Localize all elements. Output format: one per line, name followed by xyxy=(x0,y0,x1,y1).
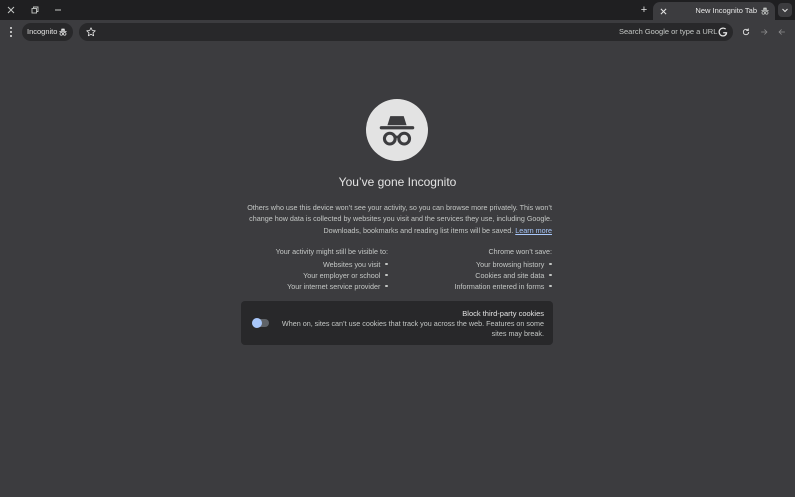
visibility-title: Your activity might still be visible to: xyxy=(275,247,388,256)
wont-save-title: Chrome won’t save: xyxy=(488,247,552,256)
incognito-icon xyxy=(59,28,67,36)
incognito-hero xyxy=(366,99,428,161)
tab-title: New Incognito Tab xyxy=(695,6,757,15)
list-item: Your internet service provider xyxy=(236,281,388,292)
cookie-card-title: Block third-party cookies xyxy=(462,309,544,318)
omnibox[interactable]: Search Google or type a URL xyxy=(79,23,733,41)
forward-icon xyxy=(761,29,768,35)
wont-save-list: Chrome won’t save: Your browsing history… xyxy=(410,247,552,292)
cookie-card-description: When on, sites can’t use cookies that tr… xyxy=(281,319,544,338)
close-icon xyxy=(660,8,666,14)
star-icon[interactable] xyxy=(85,26,97,38)
bullet-icon xyxy=(385,262,388,266)
plus-icon: + xyxy=(640,3,648,16)
new-tab-button[interactable]: + xyxy=(637,3,651,17)
bullet-icon xyxy=(385,273,388,277)
chevron-down-icon xyxy=(782,8,788,13)
incognito-indicator[interactable]: Incognito xyxy=(22,23,73,41)
omnibox-placeholder: Search Google or type a URL xyxy=(619,27,718,36)
cookie-controls-card: Block third-party cookies When on, sites… xyxy=(241,301,553,345)
menu-button[interactable] xyxy=(5,25,17,39)
incognito-icon xyxy=(379,116,415,146)
bullet-icon xyxy=(549,284,552,288)
bullet-icon xyxy=(385,284,388,288)
list-item: Your employer or school xyxy=(236,270,388,281)
reload-button[interactable] xyxy=(740,26,752,38)
block-cookies-toggle[interactable] xyxy=(252,318,269,328)
menu-icon xyxy=(10,27,12,37)
tab-search-button[interactable] xyxy=(778,3,792,17)
incognito-icon xyxy=(761,7,769,15)
minimize-icon xyxy=(55,9,61,11)
list-item: Information entered in forms xyxy=(410,281,552,292)
visibility-list: Your activity might still be visible to:… xyxy=(236,247,388,292)
forward-button[interactable] xyxy=(758,26,770,38)
window-minimize-button[interactable] xyxy=(51,3,65,17)
toggle-knob xyxy=(252,318,262,328)
bullet-icon xyxy=(549,262,552,266)
intro-text: Others who use this device won’t see you… xyxy=(247,203,552,235)
window-close-button[interactable] xyxy=(4,3,18,17)
back-icon xyxy=(778,29,785,35)
page-title: You’ve gone Incognito xyxy=(338,175,457,189)
list-item: Websites you visit xyxy=(236,259,388,270)
bullet-icon xyxy=(549,273,552,277)
tab-strip: + New Incognito Tab xyxy=(0,0,795,20)
tab-close-button[interactable] xyxy=(656,4,670,18)
back-button[interactable] xyxy=(776,26,788,38)
list-item: Your browsing history xyxy=(410,259,552,270)
learn-more-link[interactable]: Learn more xyxy=(515,226,552,235)
close-icon xyxy=(7,6,15,14)
incognito-intro: Others who use this device won’t see you… xyxy=(245,202,552,236)
reload-icon xyxy=(742,28,750,36)
google-g-icon xyxy=(718,27,728,37)
window-restore-button[interactable] xyxy=(28,3,42,17)
tab-new-incognito[interactable]: New Incognito Tab xyxy=(653,2,775,20)
toolbar: Incognito Search Google or type a URL xyxy=(0,20,795,44)
restore-icon xyxy=(31,6,39,14)
incognito-label: Incognito xyxy=(27,27,58,36)
list-item: Cookies and site data xyxy=(410,270,552,281)
